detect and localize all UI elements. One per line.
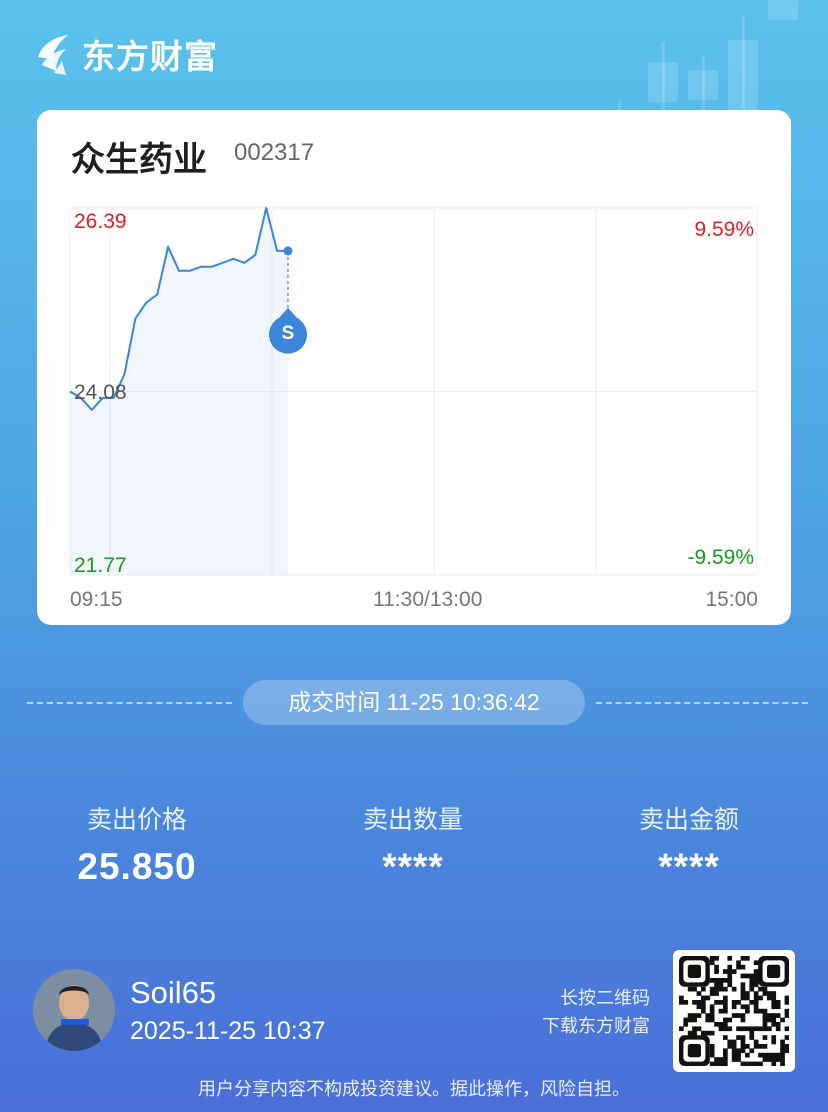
x-tick-open: 09:15 xyxy=(70,588,123,611)
qr-code-icon xyxy=(679,956,790,1067)
stat-sell-quantity: 卖出数量 **** xyxy=(313,800,513,888)
stat-label: 卖出金额 xyxy=(638,806,739,834)
brand-header: 东方财富 xyxy=(32,30,218,78)
x-tick-close: 15:00 xyxy=(705,588,758,611)
y-tick-high: 26.39 xyxy=(74,210,127,233)
trade-time-pill: 成交时间 11-25 10:36:42 xyxy=(243,680,585,725)
divider-left xyxy=(27,702,232,704)
qr-hint-line1: 长按二维码 xyxy=(560,988,650,1008)
stat-value: 25.850 xyxy=(77,846,197,887)
brand-name: 东方财富 xyxy=(82,38,218,75)
disclaimer: 用户分享内容不构成投资建议。据此操作，风险自担。 xyxy=(198,1079,630,1099)
y-tick-mid: 24.08 xyxy=(74,381,127,404)
stock-chart-card: 众生药业 002317 S 26.39 24.08 21.77 9.59% -9… xyxy=(37,110,791,625)
stat-value: **** xyxy=(382,846,444,887)
qr-finder xyxy=(679,956,710,987)
divider-right xyxy=(596,702,808,704)
stat-sell-price: 卖出价格 25.850 xyxy=(37,800,237,888)
stat-label: 卖出价格 xyxy=(86,806,187,834)
person-icon xyxy=(33,969,115,1051)
stat-value: **** xyxy=(658,846,720,887)
share-time: 2025-11-25 10:37 xyxy=(130,1017,326,1045)
stat-sell-amount: 卖出金额 **** xyxy=(589,800,789,888)
y-tick-low: 21.77 xyxy=(74,554,127,577)
x-tick-midday: 11:30/13:00 xyxy=(373,588,483,611)
qr-finder xyxy=(758,956,789,987)
user-avatar[interactable] xyxy=(33,969,115,1051)
qr-hint: 长按二维码 下载东方财富 xyxy=(542,984,650,1040)
qr-code[interactable] xyxy=(673,950,795,1072)
user-name: Soil65 xyxy=(130,975,217,1010)
pct-tick-high: 9.59% xyxy=(694,218,754,241)
qr-finder xyxy=(679,1035,710,1066)
sell-badge-label: S xyxy=(282,323,295,344)
pct-tick-low: -9.59% xyxy=(687,546,754,569)
stat-label: 卖出数量 xyxy=(362,806,463,834)
qr-hint-line2: 下载东方财富 xyxy=(542,1016,650,1036)
intraday-chart: S xyxy=(69,207,758,576)
eastmoney-logo-icon xyxy=(38,35,68,75)
